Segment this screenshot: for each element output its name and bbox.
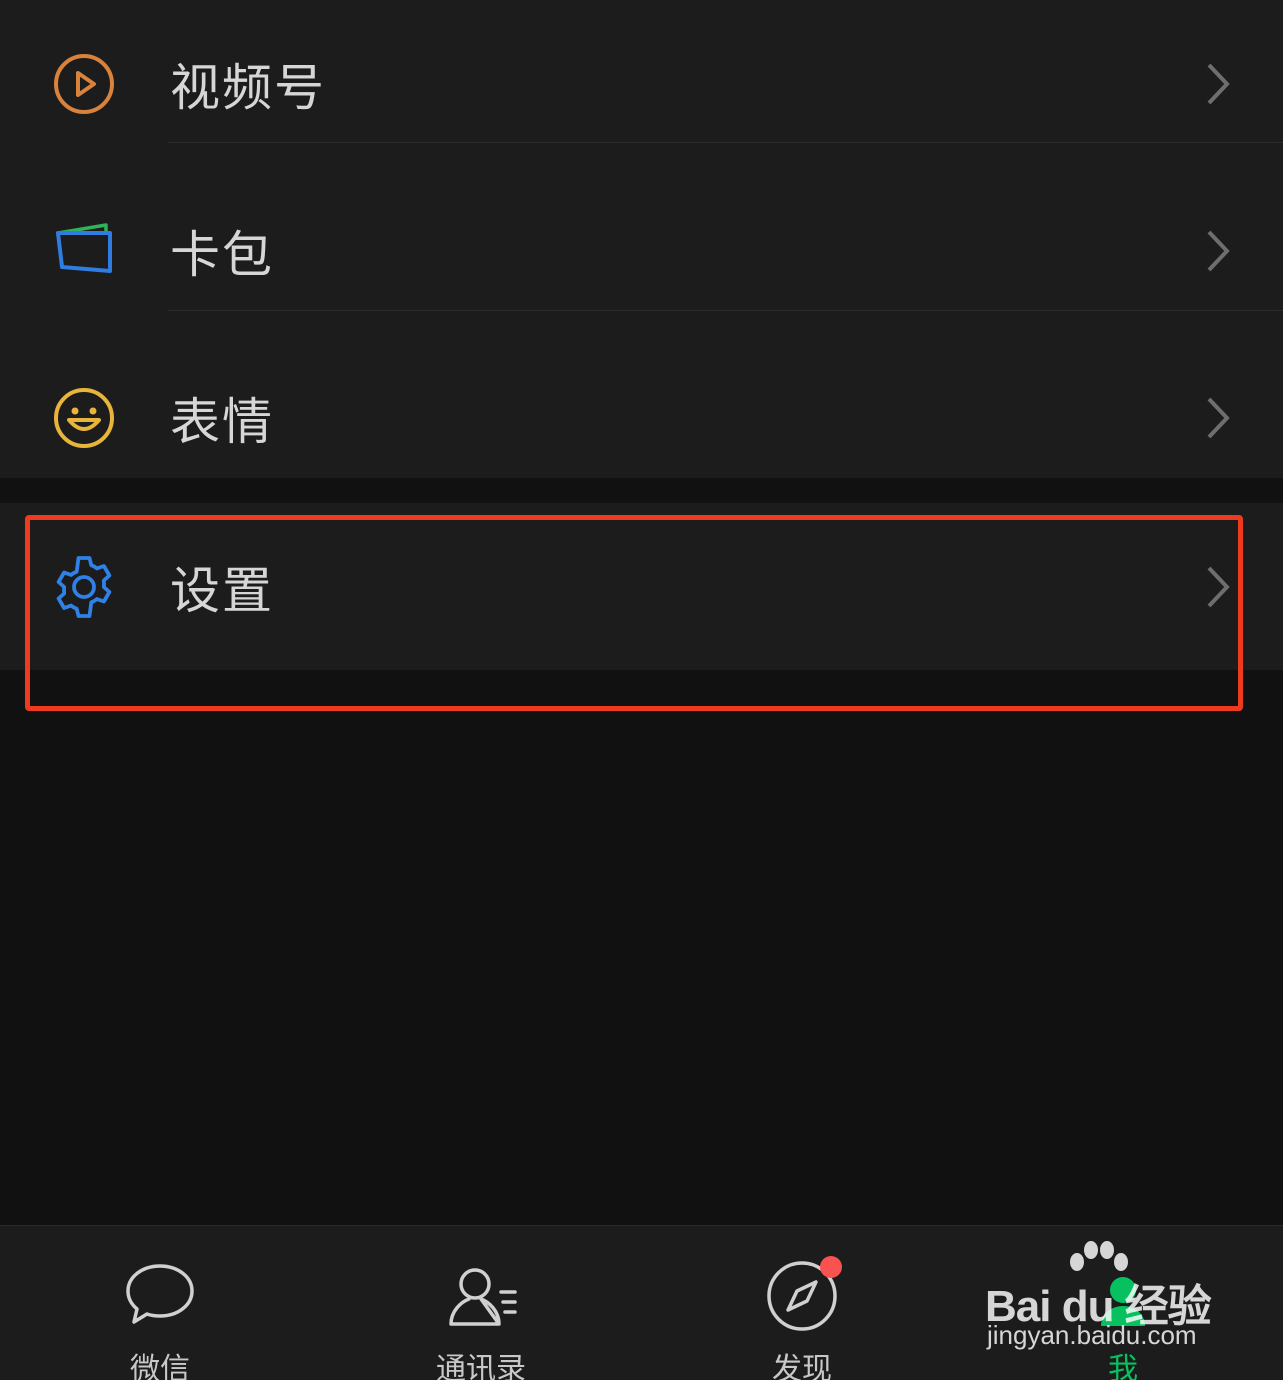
menu-item-card-wallet[interactable]: 卡包 xyxy=(0,167,1283,334)
tab-me[interactable]: 我 xyxy=(1023,1226,1223,1380)
menu-item-label: 表情 xyxy=(170,392,274,451)
video-channel-icon xyxy=(50,50,118,118)
tab-chats[interactable]: 微信 xyxy=(60,1226,260,1380)
chat-bubble-icon xyxy=(120,1256,200,1336)
person-icon xyxy=(1083,1256,1163,1336)
wechat-me-screen: 视频号 卡包 表情 设置 微信 通讯录 发现 我 Bai du 经验 jingy… xyxy=(0,0,1283,1380)
tab-label: 我 xyxy=(1108,1352,1138,1380)
menu-item-label: 视频号 xyxy=(170,58,326,117)
chevron-right-icon xyxy=(1203,61,1233,107)
menu-item-settings[interactable]: 设置 xyxy=(0,503,1283,670)
smiley-icon xyxy=(50,384,118,452)
divider xyxy=(168,142,1283,143)
tab-contacts[interactable]: 通讯录 xyxy=(381,1226,581,1380)
chevron-right-icon xyxy=(1203,228,1233,274)
menu-item-label: 设置 xyxy=(170,561,274,620)
chevron-right-icon xyxy=(1203,564,1233,610)
menu-group-top: 视频号 卡包 表情 xyxy=(0,0,1283,478)
divider xyxy=(168,310,1283,311)
menu-group-settings: 设置 xyxy=(0,503,1283,670)
chevron-right-icon xyxy=(1203,395,1233,441)
gear-icon xyxy=(50,553,118,621)
tab-label: 微信 xyxy=(130,1352,190,1380)
menu-item-label: 卡包 xyxy=(170,225,274,284)
tab-label: 通讯录 xyxy=(436,1352,526,1380)
bottom-tab-bar: 微信 通讯录 发现 我 xyxy=(0,1225,1283,1380)
card-wallet-icon xyxy=(50,217,118,285)
tab-label: 发现 xyxy=(772,1352,832,1380)
tab-discover[interactable]: 发现 xyxy=(702,1226,902,1380)
notification-badge-dot xyxy=(820,1256,842,1278)
menu-item-stickers[interactable]: 表情 xyxy=(0,334,1283,501)
contacts-icon xyxy=(441,1256,521,1336)
